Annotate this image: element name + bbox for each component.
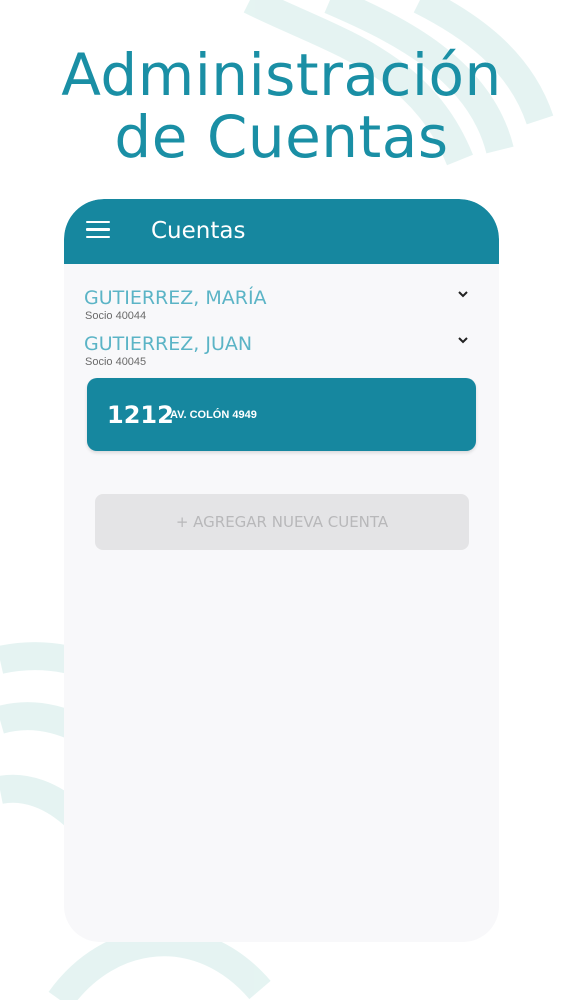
app-screen: Cuentas GUTIERREZ, MARÍA Socio 40044 GUT…: [64, 199, 499, 942]
member-item-maria[interactable]: GUTIERREZ, MARÍA Socio 40044: [84, 287, 479, 322]
chevron-down-icon[interactable]: [457, 335, 469, 345]
account-card[interactable]: 1212 AV. COLÓN 4949: [87, 378, 476, 451]
app-bar-title: Cuentas: [151, 218, 246, 244]
page-title-line2: de Cuentas: [114, 103, 449, 171]
member-subtitle: Socio 40044: [85, 310, 147, 322]
member-item-juan[interactable]: GUTIERREZ, JUAN Socio 40045: [84, 333, 479, 368]
hamburger-menu-icon[interactable]: [86, 221, 110, 239]
member-name: GUTIERREZ, JUAN: [84, 333, 253, 355]
page-title-line1: Administración: [61, 41, 502, 109]
member-subtitle: Socio 40045: [85, 356, 147, 368]
member-name: GUTIERREZ, MARÍA: [84, 287, 267, 309]
account-address: AV. COLÓN 4949: [170, 409, 257, 421]
app-bar: Cuentas: [64, 199, 499, 264]
account-number: 1212: [107, 401, 174, 429]
add-account-button[interactable]: + AGREGAR NUEVA CUENTA: [95, 494, 469, 550]
page-title: Administración de Cuentas: [0, 44, 563, 168]
chevron-down-icon[interactable]: [457, 289, 469, 299]
